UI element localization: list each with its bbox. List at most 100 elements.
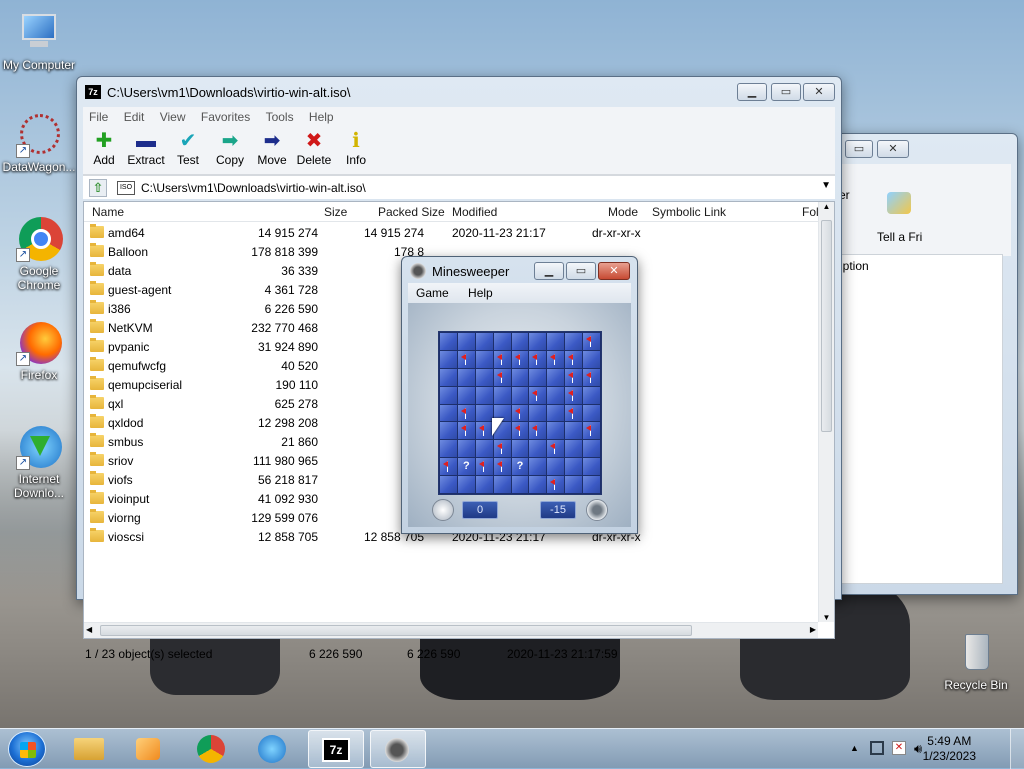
column-name[interactable]: Name (92, 205, 124, 219)
flagged-cell[interactable] (493, 458, 511, 476)
ms-close-button[interactable]: ✕ (598, 262, 630, 280)
menu-tools[interactable]: Tools (260, 107, 300, 127)
column-packed-size[interactable]: Packed Size (378, 205, 445, 219)
unrevealed-cell[interactable] (493, 386, 511, 404)
menu-file[interactable]: File (83, 107, 114, 127)
unrevealed-cell[interactable] (565, 422, 583, 440)
flagged-cell[interactable] (457, 350, 475, 368)
table-row[interactable]: amd64 14 915 274 14 915 274 2020-11-23 21:1… (84, 223, 818, 242)
question-cell[interactable]: ? (457, 458, 475, 476)
column-folders[interactable]: Fol (802, 205, 819, 219)
action-center-icon[interactable]: ✕ (892, 741, 906, 755)
volume-icon[interactable]: 🔊︎ (914, 741, 922, 757)
desktop-icon-recycle-bin[interactable]: Recycle Bin (936, 630, 1016, 692)
7zip-titlebar[interactable]: 7z C:\Users\vm1\Downloads\virtio-win-alt… (77, 77, 841, 107)
column-modified[interactable]: Modified (452, 205, 497, 219)
minimize-button[interactable]: ▁ (737, 83, 767, 101)
unrevealed-cell[interactable] (565, 476, 583, 493)
flagged-cell[interactable] (493, 368, 511, 386)
unrevealed-cell[interactable] (440, 422, 457, 440)
taskbar-7zip[interactable]: 7z (308, 730, 364, 768)
unrevealed-cell[interactable] (475, 333, 493, 350)
scroll-up-icon[interactable]: ▲ (819, 202, 834, 211)
desktop-icon-firefox[interactable]: ↗ Firefox (0, 320, 79, 382)
unrevealed-cell[interactable] (511, 440, 529, 458)
unrevealed-cell[interactable] (511, 368, 529, 386)
unrevealed-cell[interactable] (440, 440, 457, 458)
unrevealed-cell[interactable] (511, 386, 529, 404)
scroll-right-icon[interactable]: ▶ (810, 625, 816, 634)
unrevealed-cell[interactable] (440, 333, 457, 350)
unrevealed-cell[interactable] (529, 440, 547, 458)
up-folder-button[interactable]: ⇧ (89, 179, 107, 197)
flagged-cell[interactable] (493, 350, 511, 368)
show-hidden-icons-icon[interactable]: ▲ (850, 743, 859, 753)
unrevealed-cell[interactable] (547, 333, 565, 350)
extract-button[interactable]: ▬ Extract (125, 129, 167, 167)
unrevealed-cell[interactable] (565, 440, 583, 458)
unrevealed-cell[interactable] (493, 333, 511, 350)
flagged-cell[interactable] (529, 386, 547, 404)
column-symbolic-link[interactable]: Symbolic Link (652, 205, 726, 219)
flagged-cell[interactable] (475, 458, 493, 476)
menu-edit[interactable]: Edit (118, 107, 151, 127)
flagged-cell[interactable] (457, 404, 475, 422)
move-button[interactable]: ➡ Move (251, 129, 293, 167)
flagged-cell[interactable] (565, 386, 583, 404)
delete-button[interactable]: ✖ Delete (293, 129, 335, 167)
flagged-cell[interactable] (529, 350, 547, 368)
minesweeper-window[interactable]: Minesweeper ▁ ▭ ✕ Game Help ?? 0 -15 (401, 256, 638, 534)
flagged-cell[interactable] (475, 422, 493, 440)
scroll-left-icon[interactable]: ◀ (86, 625, 92, 634)
flagged-cell[interactable] (583, 422, 600, 440)
bg-close-button[interactable]: ✕ (877, 140, 909, 158)
unrevealed-cell[interactable] (547, 422, 565, 440)
flagged-cell[interactable] (511, 422, 529, 440)
network-icon[interactable] (870, 741, 884, 755)
flagged-cell[interactable] (511, 350, 529, 368)
unrevealed-cell[interactable] (529, 404, 547, 422)
unrevealed-cell[interactable] (475, 350, 493, 368)
scroll-down-icon[interactable]: ▼ (819, 613, 834, 622)
start-button[interactable] (8, 731, 46, 767)
flagged-cell[interactable] (493, 440, 511, 458)
vertical-scroll-thumb[interactable] (821, 220, 832, 432)
copy-button[interactable]: ➡ Copy (209, 129, 251, 167)
flagged-cell[interactable] (583, 333, 600, 350)
unrevealed-cell[interactable] (457, 386, 475, 404)
unrevealed-cell[interactable] (475, 386, 493, 404)
unrevealed-cell[interactable] (440, 476, 457, 493)
unrevealed-cell[interactable] (583, 458, 600, 476)
desktop-icon-datawagon[interactable]: ↗ DataWagon... (0, 112, 79, 174)
unrevealed-cell[interactable] (583, 350, 600, 368)
unrevealed-cell[interactable] (565, 333, 583, 350)
unrevealed-cell[interactable] (475, 476, 493, 493)
test-button[interactable]: ✔ Test (167, 129, 209, 167)
menu-help[interactable]: Help (303, 107, 340, 127)
unrevealed-cell[interactable] (547, 386, 565, 404)
unrevealed-cell[interactable] (440, 350, 457, 368)
flagged-cell[interactable] (511, 404, 529, 422)
background-window[interactable]: ▭ ✕ er Tell a Fri iption (832, 133, 1018, 595)
unrevealed-cell[interactable] (475, 368, 493, 386)
unrevealed-cell[interactable] (529, 458, 547, 476)
flagged-cell[interactable] (565, 404, 583, 422)
unrevealed-cell[interactable] (457, 476, 475, 493)
unrevealed-cell[interactable] (529, 368, 547, 386)
flagged-cell[interactable] (565, 368, 583, 386)
unrevealed-cell[interactable] (583, 386, 600, 404)
unrevealed-cell[interactable] (511, 476, 529, 493)
unrevealed-cell[interactable] (493, 476, 511, 493)
menu-view[interactable]: View (154, 107, 192, 127)
unrevealed-cell[interactable] (475, 404, 493, 422)
tell-a-friend-button[interactable]: Tell a Fri (877, 230, 922, 244)
unrevealed-cell[interactable] (547, 458, 565, 476)
flagged-cell[interactable] (547, 350, 565, 368)
unrevealed-cell[interactable] (583, 440, 600, 458)
flagged-cell[interactable] (457, 422, 475, 440)
desktop-icon-internet-download-manager[interactable]: ↗ Internet Downlo... (0, 424, 79, 500)
flagged-cell[interactable] (547, 440, 565, 458)
flagged-cell[interactable] (529, 422, 547, 440)
unrevealed-cell[interactable] (547, 404, 565, 422)
taskbar-file-explorer[interactable] (62, 730, 118, 768)
